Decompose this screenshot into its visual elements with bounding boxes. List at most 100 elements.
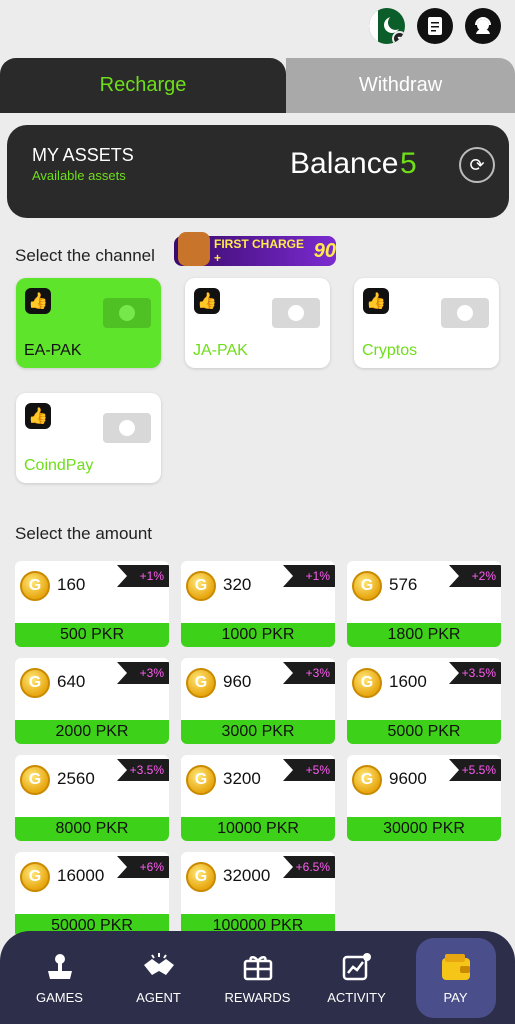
bonus-tag: +1% xyxy=(117,565,169,587)
bonus-tag: +1% xyxy=(283,565,335,587)
channel-label: JA-PAK xyxy=(193,342,248,359)
bonus-tag: +5.5% xyxy=(449,759,501,781)
nav-label: GAMES xyxy=(36,990,83,1005)
bonus-tag: +3% xyxy=(117,662,169,684)
coin-icon: G xyxy=(352,571,382,601)
amount-option-100000[interactable]: G 32000 +6.5% 100000 PKR xyxy=(181,852,335,938)
coin-amount: 9600 xyxy=(389,769,427,788)
pkr-price: 30000 PKR xyxy=(347,817,501,841)
activity-chart-icon xyxy=(340,950,374,984)
coin-icon: G xyxy=(20,765,50,795)
pkr-price: 3000 PKR xyxy=(181,720,335,744)
nav-label: PAY xyxy=(443,990,468,1005)
channel-coindpay[interactable]: 👍 CoindPay xyxy=(16,393,161,483)
amount-option-5000[interactable]: G 1600 +3.5% 5000 PKR xyxy=(347,658,501,744)
bonus-tag: +6.5% xyxy=(283,856,335,878)
amount-option-10000[interactable]: G 3200 +5% 10000 PKR xyxy=(181,755,335,841)
money-icon xyxy=(272,298,320,328)
amount-option-1800[interactable]: G 576 +2% 1800 PKR xyxy=(347,561,501,647)
money-icon xyxy=(441,298,489,328)
thumbs-up-icon: 👍 xyxy=(25,403,51,429)
nav-games[interactable]: GAMES xyxy=(20,938,100,1018)
amount-option-1000[interactable]: G 320 +1% 1000 PKR xyxy=(181,561,335,647)
pkr-price: 10000 PKR xyxy=(181,817,335,841)
coin-amount: 160 xyxy=(57,575,86,594)
chevron-down-icon: ▾ xyxy=(392,31,405,44)
channel-ja-pak[interactable]: 👍 JA-PAK xyxy=(185,278,330,368)
money-icon xyxy=(103,298,151,328)
coin-amount: 960 xyxy=(223,672,252,691)
coin-amount: 640 xyxy=(57,672,86,691)
gift-icon xyxy=(241,950,275,984)
pkr-price: 500 PKR xyxy=(15,623,169,647)
bonus-tag: +3.5% xyxy=(117,759,169,781)
nav-label: REWARDS xyxy=(224,990,291,1005)
customer-support-icon[interactable] xyxy=(465,8,501,44)
refresh-icon[interactable]: ⟳ xyxy=(459,147,495,183)
coin-icon: G xyxy=(20,571,50,601)
promo-character-icon xyxy=(178,232,210,266)
bonus-tag: +3% xyxy=(283,662,335,684)
channel-cryptos[interactable]: 👍 Cryptos xyxy=(354,278,499,368)
first-charge-banner[interactable]: FIRST CHARGE + 90 xyxy=(174,232,336,266)
bonus-tag: +2% xyxy=(449,565,501,587)
coin-amount: 1600 xyxy=(389,672,427,691)
pkr-price: 8000 PKR xyxy=(15,817,169,841)
coin-icon: G xyxy=(352,765,382,795)
coin-icon: G xyxy=(186,765,216,795)
assets-subtitle: Available assets xyxy=(32,168,126,183)
pkr-price: 2000 PKR xyxy=(15,720,169,744)
tab-recharge[interactable]: Recharge xyxy=(0,58,286,113)
amount-option-3000[interactable]: G 960 +3% 3000 PKR xyxy=(181,658,335,744)
channel-label: Cryptos xyxy=(362,342,418,359)
amount-option-50000[interactable]: G 16000 +6% 50000 PKR xyxy=(15,852,169,938)
coin-icon: G xyxy=(186,571,216,601)
coin-amount: 576 xyxy=(389,575,418,594)
money-icon xyxy=(103,413,151,443)
assets-title: MY ASSETS xyxy=(32,145,134,165)
coin-icon: G xyxy=(20,668,50,698)
tab-withdraw[interactable]: Withdraw xyxy=(286,58,515,113)
pkr-price: 1000 PKR xyxy=(181,623,335,647)
coin-amount: 320 xyxy=(223,575,252,594)
amount-option-8000[interactable]: G 2560 +3.5% 8000 PKR xyxy=(15,755,169,841)
coin-amount: 3200 xyxy=(223,769,261,788)
bonus-tag: +6% xyxy=(117,856,169,878)
nav-pay[interactable]: PAY xyxy=(415,937,496,1018)
amount-option-2000[interactable]: G 640 +3% 2000 PKR xyxy=(15,658,169,744)
nav-activity[interactable]: ACTIVITY xyxy=(317,938,397,1018)
coin-icon: G xyxy=(20,862,50,892)
coin-amount: 32000 xyxy=(223,866,271,885)
nav-label: AGENT xyxy=(136,990,181,1005)
bonus-tag: +5% xyxy=(283,759,335,781)
coin-icon: G xyxy=(186,668,216,698)
thumbs-up-icon: 👍 xyxy=(194,288,220,314)
balance-label: Balance xyxy=(290,147,399,180)
nav-agent[interactable]: AGENT xyxy=(119,938,199,1018)
document-icon[interactable] xyxy=(417,8,453,44)
pakistan-flag-icon[interactable]: ▾ xyxy=(369,8,405,44)
promo-value: 90 xyxy=(313,239,336,262)
coin-amount: 2560 xyxy=(57,769,95,788)
thumbs-up-icon: 👍 xyxy=(363,288,389,314)
pkr-price: 5000 PKR xyxy=(347,720,501,744)
channel-label: EA-PAK xyxy=(24,342,82,359)
channel-label: CoindPay xyxy=(24,457,94,474)
coin-amount: 16000 xyxy=(57,866,105,885)
coin-icon: G xyxy=(186,862,216,892)
nav-rewards[interactable]: REWARDS xyxy=(218,938,298,1018)
amount-option-500[interactable]: G 160 +1% 500 PKR xyxy=(15,561,169,647)
assets-card: MY ASSETS Available assets Balance 5 ⟳ xyxy=(7,125,509,218)
joystick-icon xyxy=(43,950,77,984)
channel-ea-pak[interactable]: 👍 EA-PAK xyxy=(16,278,161,368)
amount-option-30000[interactable]: G 9600 +5.5% 30000 PKR xyxy=(347,755,501,841)
bottom-nav: GAMES AGENT REWARDS ACTIVITY PAY xyxy=(0,931,515,1024)
coin-icon: G xyxy=(352,668,382,698)
handshake-icon xyxy=(142,950,176,984)
top-bar: ▾ xyxy=(369,8,501,44)
promo-text: FIRST CHARGE + xyxy=(214,237,304,265)
bonus-tag: +3.5% xyxy=(449,662,501,684)
wallet-icon xyxy=(439,950,473,984)
tab-bar: Recharge Withdraw xyxy=(0,58,515,113)
pkr-price: 1800 PKR xyxy=(347,623,501,647)
